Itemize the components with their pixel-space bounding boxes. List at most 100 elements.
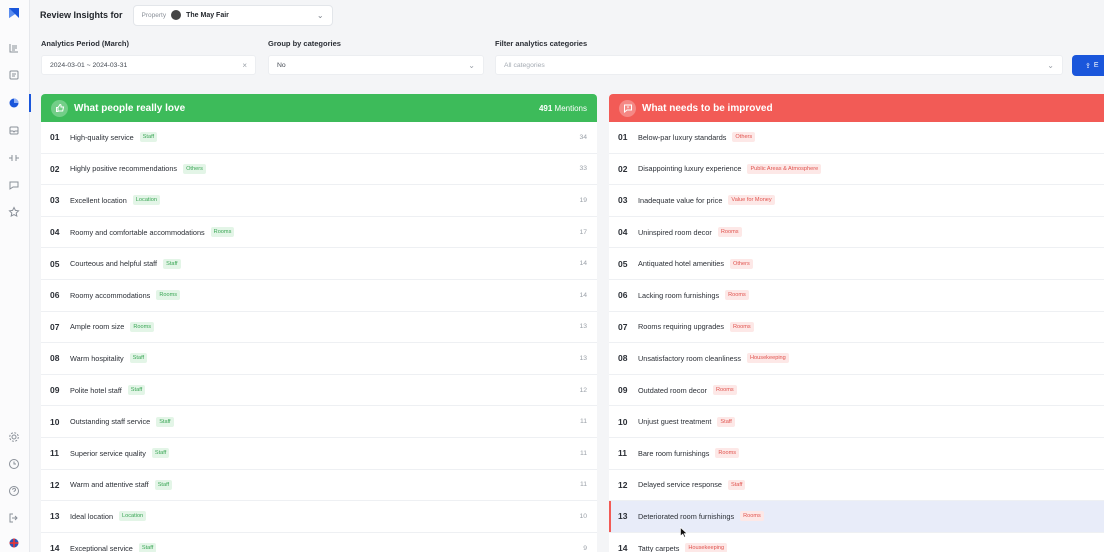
list-item[interactable]: 12 Warm and attentive staff Staff 11 (41, 470, 597, 502)
category-tag: Staff (129, 353, 148, 364)
insights-icon[interactable] (7, 96, 21, 110)
group-label: Group by categories (268, 39, 341, 48)
list-item[interactable]: 01 High-quality service Staff 34 (41, 122, 597, 154)
group-select[interactable]: No ⌄ (268, 55, 484, 75)
list-item[interactable]: 06 Roomy accommodations Rooms 14 (41, 280, 597, 312)
item-rank: 07 (618, 321, 628, 332)
item-text: Unjust guest treatment (638, 417, 712, 427)
period-range-input[interactable]: 2024-03-01 ~ 2024-03-31 × (41, 55, 256, 75)
category-tag: Location (132, 195, 160, 206)
item-text: Disappointing luxury experience (638, 164, 742, 174)
item-text: Highly positive recommendations (70, 164, 178, 174)
list-item[interactable]: 02 Highly positive recommendations Others 3… (41, 154, 597, 186)
category-tag: Public Areas & Atmosphere (747, 163, 822, 174)
category-tag: Staff (717, 416, 735, 427)
category-tag: Rooms (730, 321, 754, 332)
item-text: Below-par luxury standards (638, 132, 727, 142)
list-item[interactable]: 02 Disappointing luxury experience Public … (609, 154, 1104, 186)
love-panel-header: What people really love 491 Mentions (41, 94, 597, 122)
chat-icon[interactable] (7, 178, 21, 192)
category-tag: Rooms (715, 448, 740, 459)
list-item[interactable]: 04 Uninspired room decor Rooms (609, 217, 1104, 249)
gear-icon[interactable] (7, 430, 21, 444)
list-item[interactable]: 07 Rooms requiring upgrades Rooms (609, 312, 1104, 344)
list-item[interactable]: 09 Outdated room decor Rooms (609, 375, 1104, 407)
list-item[interactable]: 13 Ideal location Location 10 (41, 501, 597, 533)
compare-icon[interactable] (7, 151, 21, 165)
chevron-down-icon: ⌄ (468, 60, 475, 70)
list-item[interactable]: 10 Unjust guest treatment Staff (609, 406, 1104, 438)
inbox-icon[interactable] (7, 123, 21, 137)
clock-icon[interactable] (7, 457, 21, 471)
category-tag: Staff (151, 448, 170, 459)
help-icon[interactable] (7, 484, 21, 498)
list-item[interactable]: 08 Warm hospitality Staff 13 (41, 343, 597, 375)
clear-icon[interactable]: × (242, 61, 247, 70)
item-count: 33 (579, 165, 587, 173)
list-item[interactable]: 01 Below-par luxury standards Others (609, 122, 1104, 154)
category-tag: Staff (139, 132, 158, 143)
list-item[interactable]: 10 Outstanding staff service Staff 11 (41, 406, 597, 438)
property-select[interactable]: Property The May Fair ⌄ (132, 4, 333, 26)
item-count: 11 (579, 481, 587, 489)
item-text: Inadequate value for price (638, 195, 723, 205)
category-tag: Staff (163, 258, 181, 269)
list-item[interactable]: 05 Antiquated hotel amenities Others (609, 248, 1104, 280)
item-rank: 10 (618, 416, 628, 427)
category-tag: Rooms (210, 227, 235, 238)
item-text: Exceptional service (70, 543, 133, 552)
group-select-value: No (277, 61, 286, 69)
language-flag-icon[interactable] (7, 536, 21, 550)
list-item[interactable]: 09 Polite hotel staff Staff 12 (41, 375, 597, 407)
list-item[interactable]: 14 Exceptional service Staff 9 (41, 533, 597, 552)
list-item[interactable]: 05 Courteous and helpful staff Staff 14 (41, 248, 597, 280)
app-logo-icon[interactable] (7, 6, 21, 20)
star-icon[interactable] (7, 205, 21, 219)
category-tag: Housekeeping (685, 543, 728, 552)
chevron-down-icon: ⌄ (1047, 60, 1054, 70)
logout-icon[interactable] (7, 511, 21, 525)
category-tag: Staff (156, 416, 174, 427)
filter-label: Filter analytics categories (495, 39, 588, 48)
category-tag: Staff (127, 385, 146, 396)
list-item[interactable]: 11 Superior service quality Staff 11 (41, 438, 597, 470)
item-text: Unsatisfactory room cleanliness (638, 353, 742, 363)
list-item[interactable]: 06 Lacking room furnishings Rooms (609, 280, 1104, 312)
item-rank: 12 (50, 479, 60, 490)
category-filter-placeholder: All categories (504, 61, 545, 69)
love-list: 01 High-quality service Staff 34 02 Highly po… (41, 122, 597, 552)
list-item[interactable]: 03 Excellent location Location 19 (41, 185, 597, 217)
item-rank: 08 (50, 353, 60, 364)
list-item[interactable]: 04 Roomy and comfortable accommodations Ro… (41, 217, 597, 249)
item-rank: 14 (50, 543, 60, 552)
item-rank: 07 (50, 321, 60, 332)
mouse-cursor-icon (680, 527, 688, 538)
reviews-icon[interactable] (7, 68, 21, 82)
item-text: Warm hospitality (70, 353, 124, 363)
list-item[interactable]: 11 Bare room furnishings Rooms (609, 438, 1104, 470)
category-tag: Value for Money (728, 195, 775, 206)
item-count: 14 (579, 260, 587, 268)
item-count: 34 (579, 133, 587, 141)
item-rank: 03 (50, 195, 60, 206)
list-icon[interactable] (7, 41, 21, 55)
list-item[interactable]: 08 Unsatisfactory room cleanliness Houseke… (609, 343, 1104, 375)
category-filter-select[interactable]: All categories ⌄ (495, 55, 1063, 75)
item-count: 14 (579, 291, 587, 299)
love-mentions-count: 491 Mentions (538, 103, 587, 113)
active-indicator (29, 94, 31, 112)
list-item[interactable]: 03 Inadequate value for price Value for Mo… (609, 185, 1104, 217)
item-text: Ideal location (70, 511, 114, 521)
export-button[interactable]: ⇪ E (1072, 55, 1104, 76)
item-count: 10 (579, 512, 587, 520)
nav-rail (0, 0, 31, 552)
category-tag: Location (119, 511, 147, 522)
list-item[interactable]: 12 Delayed service response Staff (609, 470, 1104, 502)
item-text: Roomy and comfortable accommodations (70, 227, 205, 237)
category-tag: Rooms (725, 290, 749, 301)
list-item[interactable]: 07 Ample room size Rooms 13 (41, 312, 597, 344)
item-rank: 01 (50, 132, 60, 143)
item-text: Excellent location (70, 195, 127, 205)
item-rank: 10 (50, 416, 60, 427)
page-header: Review Insights for Property The May Fai… (40, 4, 333, 26)
